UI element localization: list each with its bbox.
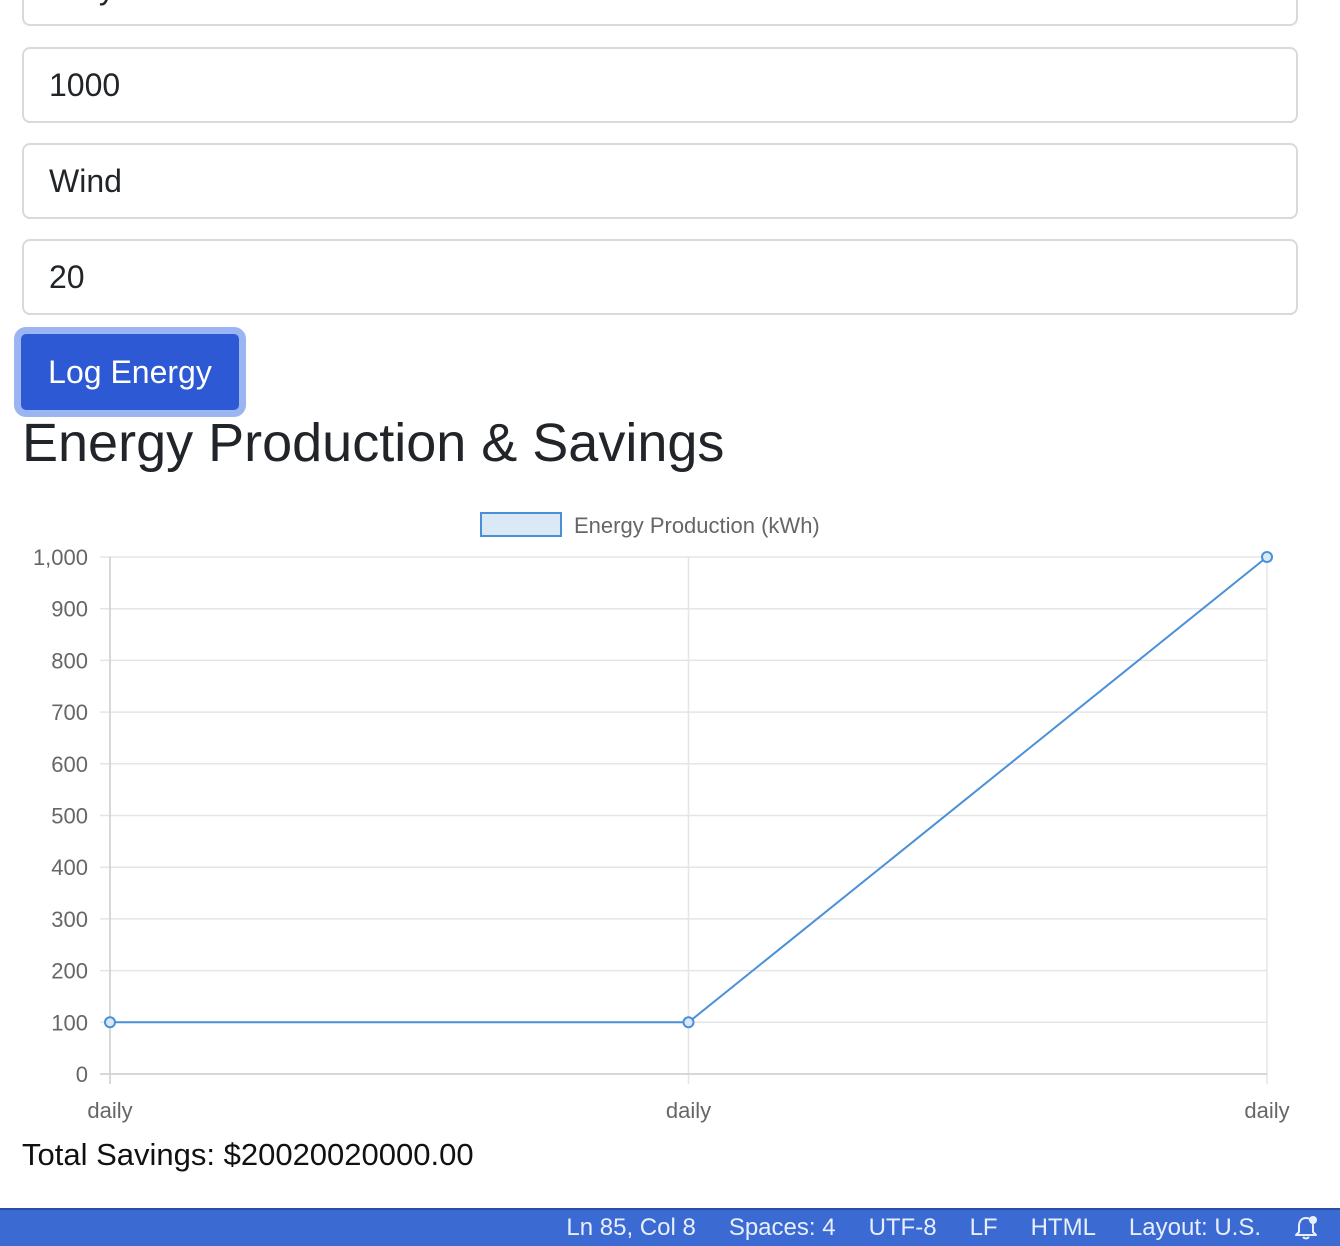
log-energy-button[interactable]: Log Energy [14,327,246,417]
data-point [104,1016,116,1029]
data-point [1261,551,1273,563]
eol-setting[interactable]: LF [970,1214,998,1242]
y-tick-label: 700 [51,700,88,725]
encoding-setting[interactable]: UTF-8 [869,1214,937,1242]
y-tick-label: 300 [51,907,88,932]
energy-type-input[interactable] [22,143,1298,219]
y-tick-label: 100 [51,1010,88,1035]
frequency-input[interactable] [22,0,1298,26]
y-tick-label: 200 [51,959,88,984]
x-tick-label: daily [87,1098,132,1123]
y-tick-label: 600 [51,752,88,777]
status-bar: Ln 85, Col 8 Spaces: 4 UTF-8 LF HTML Lay… [0,1208,1340,1246]
keyboard-layout[interactable]: Layout: U.S. [1129,1214,1261,1242]
bell-icon[interactable] [1294,1215,1318,1241]
y-tick-label: 500 [51,804,88,829]
y-tick-label: 900 [51,597,88,622]
log-energy-button-label: Log Energy [48,354,212,390]
data-point [682,1016,695,1029]
legend-label: Energy Production (kWh) [574,513,820,538]
y-tick-label: 1,000 [33,545,88,570]
energy-chart: Energy Production (kWh) 0 100 200 300 400 500 6… [33,512,1290,1123]
legend-swatch [480,512,562,537]
app-page: Log Energy Energy Production & Savings E… [0,0,1340,1246]
x-tick-label: daily [1244,1098,1289,1123]
y-tick-label: 0 [76,1062,88,1087]
rate-input[interactable] [22,239,1298,315]
total-savings: Total Savings: $20020020000.00 [22,1137,474,1172]
section-title: Energy Production & Savings [22,413,725,473]
y-tick-label: 800 [51,648,88,673]
energy-amount-input[interactable] [22,47,1298,123]
indentation-setting[interactable]: Spaces: 4 [729,1214,836,1242]
x-tick-label: daily [666,1098,711,1123]
cursor-position[interactable]: Ln 85, Col 8 [566,1214,695,1242]
y-tick-label: 400 [51,855,88,880]
language-mode[interactable]: HTML [1031,1214,1096,1242]
